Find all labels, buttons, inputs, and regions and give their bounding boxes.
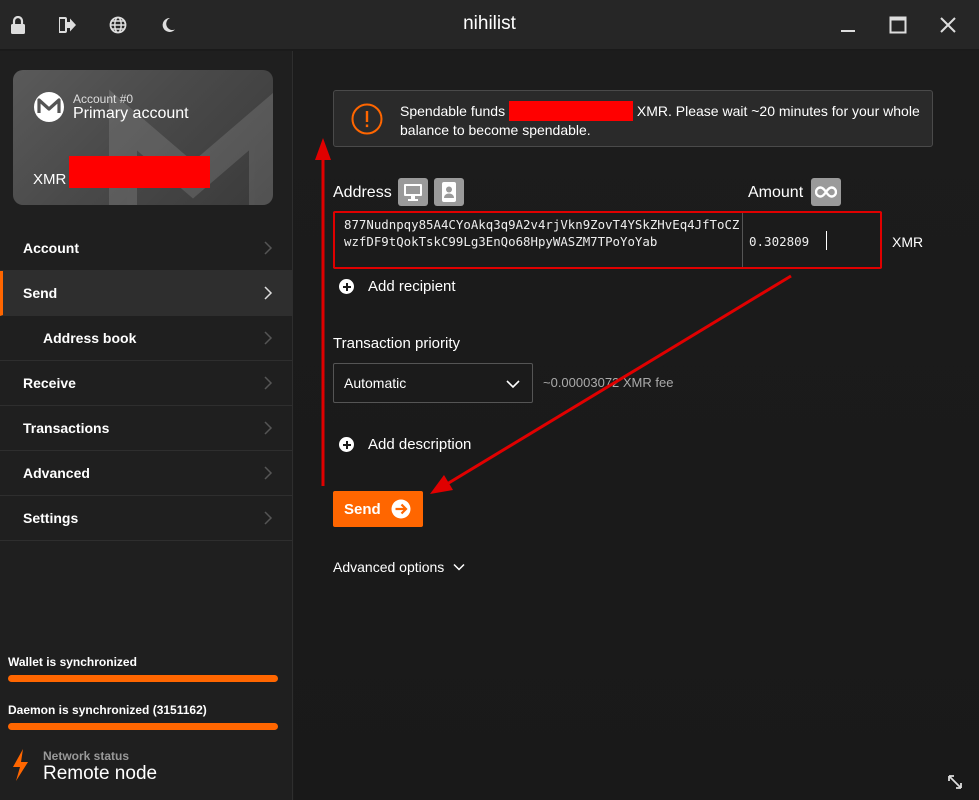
network-status-label: Network status [43,749,130,763]
account-name: Primary account [73,105,189,122]
chevron-down-icon[interactable] [452,560,466,574]
fee-estimate: ~0.00003072 XMR fee [543,375,674,390]
address-book-button[interactable] [434,178,464,206]
arrow-right-icon [391,499,411,519]
sidebar-item-label: Send [23,285,58,301]
send-button[interactable]: Send [333,491,423,527]
address-label: Address [333,184,392,201]
sidebar: Account #0 Primary account XMR Account S… [0,51,293,800]
chevron-down-icon [506,380,520,389]
sidebar-item-label: Advanced [23,465,90,481]
balance-redaction [69,156,210,188]
amount-label: Amount [748,184,804,201]
warning-icon [351,103,383,135]
chevron-right-icon [264,376,273,390]
chevron-right-icon [264,421,273,435]
sidebar-item-label: Account [23,240,79,256]
sidebar-item-send[interactable]: Send [0,271,293,316]
sidebar-item-advanced[interactable]: Advanced [0,451,293,496]
sidebar-item-settings[interactable]: Settings [0,496,293,541]
annotation-highlight-box [333,211,882,269]
notice-text-before: Spendable funds [400,103,509,119]
qr-scan-button[interactable] [398,178,428,206]
sidebar-item-address-book[interactable]: Address book [0,316,293,361]
notice-text: Spendable funds XMR. Please wait ~20 min… [400,101,920,139]
add-recipient-icon[interactable] [339,279,354,294]
spendable-redaction [508,101,633,121]
close-icon[interactable] [936,13,960,37]
add-description-icon[interactable] [339,437,354,452]
priority-select-value: Automatic [344,375,407,391]
send-page: Spendable funds XMR. Please wait ~20 min… [294,51,979,800]
sidebar-item-account[interactable]: Account [0,226,293,271]
advanced-options-toggle[interactable]: Advanced options [333,559,444,575]
minimize-icon[interactable] [836,13,860,37]
sidebar-menu: Account Send Address book Receive Transa… [0,226,293,541]
lightning-icon [13,749,28,781]
spendable-notice: Spendable funds XMR. Please wait ~20 min… [333,90,933,147]
chevron-right-icon [264,286,273,300]
sidebar-item-receive[interactable]: Receive [0,361,293,406]
balance-currency: XMR [33,171,67,188]
chevron-right-icon [264,241,273,255]
sidebar-item-label: Address book [43,330,137,346]
max-amount-button[interactable] [811,178,841,206]
sidebar-item-label: Transactions [23,420,110,436]
sidebar-item-transactions[interactable]: Transactions [0,406,293,451]
add-description-button[interactable]: Add description [368,436,471,453]
sidebar-item-label: Settings [23,510,79,526]
account-card[interactable]: Account #0 Primary account XMR [13,70,273,205]
network-status-value[interactable]: Remote node [43,763,157,785]
window-title: nihilist [463,13,516,34]
chevron-right-icon [264,511,273,525]
amount-unit: XMR [892,234,924,250]
title-bar: nihilist [0,0,979,50]
sidebar-item-label: Receive [23,375,76,391]
daemon-sync-label: Daemon is synchronized (3151162) [8,703,207,717]
priority-select[interactable]: Automatic [333,363,533,403]
wallet-sync-label: Wallet is synchronized [8,655,137,669]
daemon-sync-progress [8,723,278,730]
monitor-icon [404,184,422,201]
resize-icon[interactable] [946,773,964,791]
maximize-icon[interactable] [886,13,910,37]
wallet-sync-progress [8,675,278,682]
send-button-label: Send [344,501,381,518]
chevron-right-icon [264,331,273,345]
monero-logo-icon [34,92,64,122]
chevron-right-icon [264,466,273,480]
infinity-icon [815,186,837,198]
priority-label: Transaction priority [333,335,460,352]
add-recipient-button[interactable]: Add recipient [368,278,456,295]
contacts-icon [442,182,456,202]
account-number: Account #0 [73,92,134,106]
